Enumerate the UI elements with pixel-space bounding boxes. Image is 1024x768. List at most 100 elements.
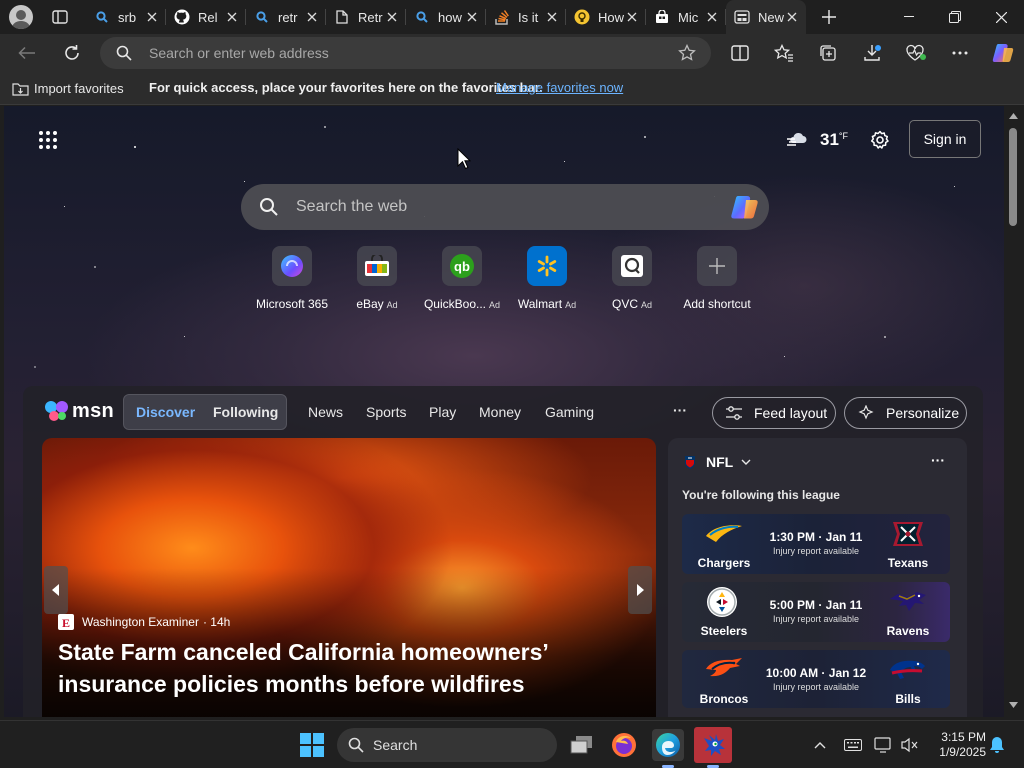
notification-bell-icon[interactable] bbox=[987, 735, 1007, 755]
personalize-button[interactable]: Personalize bbox=[844, 397, 967, 429]
settings-gear-icon[interactable] bbox=[868, 128, 892, 152]
close-icon[interactable] bbox=[385, 10, 399, 24]
page-scrollbar[interactable] bbox=[1004, 106, 1024, 717]
team-name: Ravens bbox=[886, 624, 930, 638]
app-launcher-icon[interactable] bbox=[36, 128, 60, 152]
search-icon bbox=[115, 44, 133, 62]
nav-news[interactable]: News bbox=[308, 404, 343, 420]
navigation-bar: Search or enter web address bbox=[0, 34, 1024, 72]
system-clock[interactable]: 3:15 PM 1/9/2025 bbox=[928, 730, 986, 760]
tab-4[interactable]: how bbox=[406, 0, 486, 34]
tab-actions-icon[interactable] bbox=[51, 9, 69, 25]
hero-source-name: Washington Examiner bbox=[82, 615, 199, 629]
tab-following[interactable]: Following bbox=[213, 404, 278, 420]
tab-0[interactable]: srb bbox=[86, 0, 166, 34]
volume-muted-icon[interactable] bbox=[898, 735, 920, 755]
new-tab-button[interactable] bbox=[819, 7, 839, 27]
downloads-icon[interactable] bbox=[860, 41, 884, 65]
windows-start-button[interactable] bbox=[296, 729, 328, 761]
shortcut-quickbooks[interactable]: qb QuickBoo... Ad bbox=[417, 246, 507, 311]
nfl-league-selector[interactable]: NFL bbox=[683, 454, 751, 470]
web-search-box[interactable]: Search the web bbox=[241, 184, 769, 230]
scroll-down-arrow-icon[interactable] bbox=[1008, 700, 1018, 710]
tab-6[interactable]: How bbox=[566, 0, 646, 34]
tab-discover[interactable]: Discover bbox=[136, 404, 195, 420]
close-window-button[interactable] bbox=[982, 0, 1020, 34]
msn-logo[interactable]: msn bbox=[44, 398, 114, 424]
close-icon[interactable] bbox=[305, 10, 319, 24]
tab-7[interactable]: Mic bbox=[646, 0, 726, 34]
restore-button[interactable] bbox=[936, 0, 974, 34]
copilot-icon[interactable] bbox=[729, 191, 761, 223]
close-icon[interactable] bbox=[145, 10, 159, 24]
import-favorites-button[interactable]: Import favorites bbox=[12, 80, 124, 96]
carousel-next-button[interactable] bbox=[628, 566, 652, 614]
refresh-button[interactable] bbox=[59, 41, 85, 65]
game-card-chargers-texans[interactable]: Chargers 1:30 PM · Jan 11 Injury report a… bbox=[682, 514, 950, 574]
hero-news-card[interactable]: E Washington Examiner · 14h State Farm c… bbox=[42, 438, 656, 717]
bills-logo-icon bbox=[888, 656, 928, 684]
close-icon[interactable] bbox=[545, 10, 559, 24]
more-menu-icon[interactable] bbox=[948, 41, 972, 65]
close-icon[interactable] bbox=[225, 10, 239, 24]
keyboard-icon[interactable] bbox=[842, 735, 864, 755]
collections-icon[interactable] bbox=[816, 41, 840, 65]
shortcut-qvc[interactable]: QVC Ad bbox=[587, 246, 677, 311]
chevron-up-icon[interactable] bbox=[810, 735, 830, 755]
shortcut-ebay[interactable]: eBay Ad bbox=[332, 246, 422, 311]
close-icon[interactable] bbox=[465, 10, 479, 24]
back-button[interactable] bbox=[14, 41, 40, 65]
favorites-bar: Import favorites For quick access, place… bbox=[0, 72, 1024, 105]
profile-avatar[interactable] bbox=[9, 5, 33, 29]
nav-play[interactable]: Play bbox=[429, 404, 456, 420]
scroll-up-arrow-icon[interactable] bbox=[1008, 111, 1018, 121]
carousel-prev-button[interactable] bbox=[44, 566, 68, 614]
nav-money[interactable]: Money bbox=[479, 404, 521, 420]
game-card-broncos-bills[interactable]: Broncos 10:00 AM · Jan 12 Injury report a… bbox=[682, 650, 950, 708]
taskbar-search-box[interactable]: Search bbox=[337, 728, 557, 762]
browser-essentials-icon[interactable] bbox=[904, 41, 928, 65]
nfl-more-button[interactable]: ··· bbox=[931, 452, 945, 468]
sliders-icon bbox=[726, 405, 742, 421]
edge-icon[interactable] bbox=[652, 729, 684, 761]
star bbox=[134, 146, 136, 148]
address-bar[interactable]: Search or enter web address bbox=[100, 37, 711, 69]
close-icon[interactable] bbox=[785, 10, 799, 24]
sign-in-button[interactable]: Sign in bbox=[909, 120, 981, 158]
shortcut-microsoft-365[interactable]: Microsoft 365 bbox=[247, 246, 337, 311]
scrollbar-thumb[interactable] bbox=[1009, 128, 1017, 226]
star bbox=[244, 181, 245, 182]
hero-headline-line2: insurance policies months before wildfir… bbox=[58, 671, 525, 697]
weather-widget[interactable]: 31 °F bbox=[786, 128, 848, 152]
windy-cloud-icon bbox=[786, 130, 810, 150]
sonic-app-icon[interactable] bbox=[694, 727, 732, 763]
favorites-icon[interactable] bbox=[772, 41, 796, 65]
tab-3[interactable]: Retr bbox=[326, 0, 406, 34]
minimize-button[interactable] bbox=[890, 0, 928, 34]
hero-headline[interactable]: State Farm canceled California homeowner… bbox=[58, 636, 648, 700]
task-view-icon[interactable] bbox=[566, 729, 598, 761]
star-favorite-icon[interactable] bbox=[677, 43, 697, 63]
svg-text:qb: qb bbox=[454, 259, 470, 274]
firefox-icon[interactable] bbox=[608, 729, 640, 761]
nav-more-button[interactable]: ··· bbox=[673, 402, 687, 418]
feed-layout-button[interactable]: Feed layout bbox=[712, 397, 836, 429]
game-card-steelers-ravens[interactable]: Steelers 5:00 PM · Jan 11 Injury report a… bbox=[682, 582, 950, 642]
close-icon[interactable] bbox=[625, 10, 639, 24]
split-screen-icon[interactable] bbox=[728, 41, 752, 65]
tab-5[interactable]: Is it bbox=[486, 0, 566, 34]
display-network-icon[interactable] bbox=[872, 735, 894, 755]
add-shortcut-button[interactable]: Add shortcut bbox=[672, 246, 762, 311]
close-icon[interactable] bbox=[705, 10, 719, 24]
taskbar-search-label: Search bbox=[373, 737, 418, 753]
manage-favorites-link[interactable]: Manage favorites now bbox=[496, 80, 623, 95]
tab-8-active[interactable]: New bbox=[726, 0, 806, 34]
shortcut-walmart[interactable]: Walmart Ad bbox=[502, 246, 592, 311]
star bbox=[644, 136, 646, 138]
mouse-pointer-icon bbox=[457, 148, 471, 170]
nav-gaming[interactable]: Gaming bbox=[545, 404, 594, 420]
tab-1[interactable]: Rel bbox=[166, 0, 246, 34]
nav-sports[interactable]: Sports bbox=[366, 404, 406, 420]
tab-2[interactable]: retr bbox=[246, 0, 326, 34]
copilot-icon[interactable] bbox=[990, 40, 1016, 66]
